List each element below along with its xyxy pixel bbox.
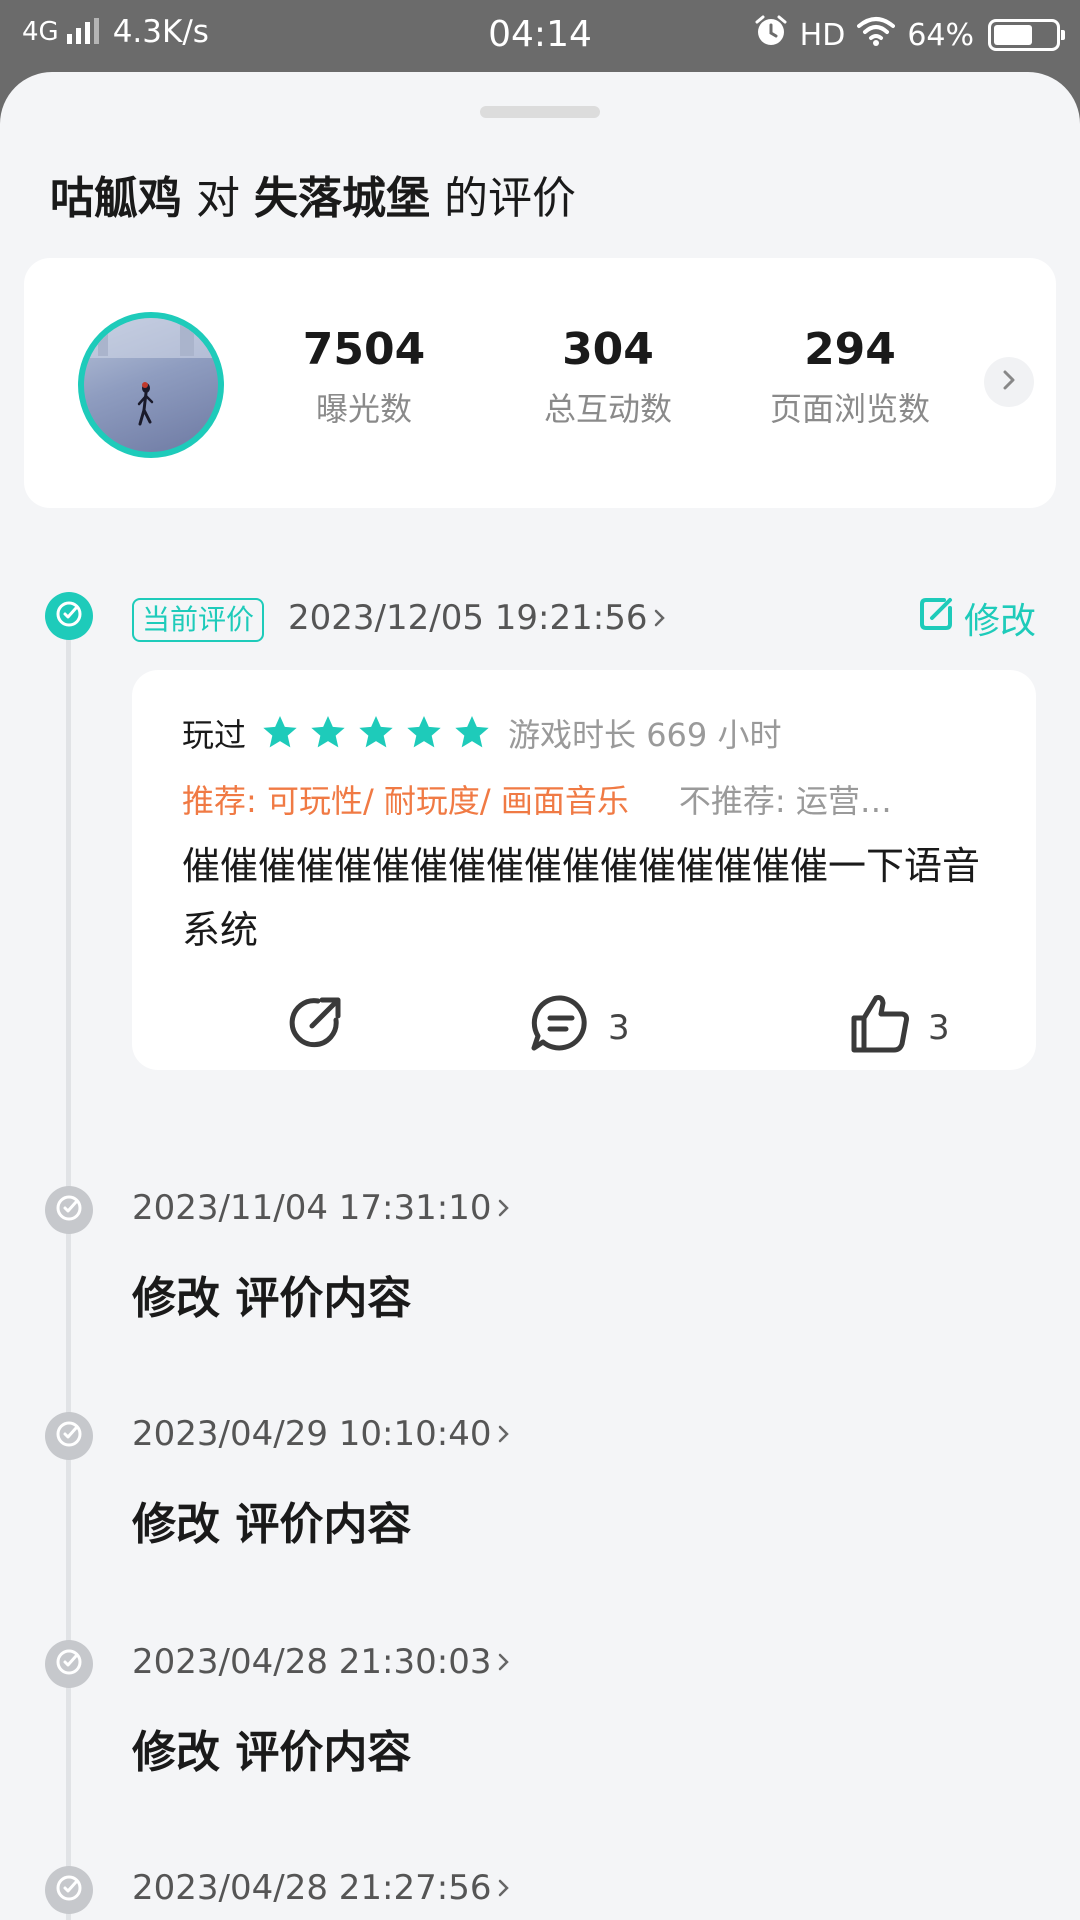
chevron-right-icon: [497, 1868, 511, 1908]
date-text: 2023/12/05 19:21:56: [288, 598, 648, 638]
timeline-dot: [45, 1412, 93, 1460]
history-date[interactable]: 2023/04/28 21:30:03: [132, 1642, 511, 1682]
comment-button[interactable]: 3: [528, 990, 630, 1065]
hd-indicator: HD: [799, 17, 846, 53]
date-text: 2023/04/28 21:30:03: [132, 1642, 492, 1682]
timeline-dot: [45, 1640, 93, 1688]
review-tags: 推荐: 可玩性/ 耐玩度/ 画面音乐 不推荐: 运营…: [182, 776, 1002, 822]
current-review-date[interactable]: 2023/12/05 19:21:56: [288, 598, 667, 638]
not-recommend-tags: 不推荐: 运营…: [678, 782, 892, 820]
page-title: 咕觚鸡 对 失落城堡 的评价: [50, 162, 576, 226]
share-button[interactable]: [282, 990, 348, 1065]
check-edit-icon: [54, 599, 84, 633]
chevron-right-icon: [999, 368, 1019, 396]
stat-value: 304: [562, 324, 654, 375]
history-date[interactable]: 2023/11/04 17:31:10: [132, 1188, 511, 1228]
chevron-right-icon: [497, 1188, 511, 1228]
chevron-right-icon: [497, 1642, 511, 1682]
stat-label: 曝光数: [315, 390, 412, 428]
history-title: 修改 评价内容: [132, 1499, 412, 1550]
recommend-tags: 推荐: 可玩性/ 耐玩度/ 画面音乐: [182, 782, 629, 820]
wifi-icon: [857, 16, 896, 54]
review-text: 催催催催催催催催催催催催催催催催催一下语音系统: [182, 844, 981, 952]
edit-icon: [916, 594, 956, 643]
edit-review-button[interactable]: 修改: [916, 592, 1036, 644]
check-edit-icon: [54, 1647, 84, 1681]
title-connector: 对: [196, 173, 240, 224]
sheet-drag-handle[interactable]: [480, 106, 600, 118]
review-meta: 玩过 游戏时长 669 小时: [182, 710, 781, 756]
history-title: 修改 评价内容: [132, 1727, 412, 1778]
star-icon: [455, 716, 489, 748]
history-date[interactable]: 2023/04/28 21:27:56: [132, 1868, 511, 1908]
avatar[interactable]: [78, 312, 224, 458]
comment-icon: [528, 990, 594, 1065]
history-title: 修改 评价内容: [132, 1273, 412, 1324]
battery-percent: 64%: [907, 17, 974, 53]
review-history-sheet: 咕觚鸡 对 失落城堡 的评价 7504 曝光数 304 总互动数 294 页面浏…: [0, 72, 1080, 1920]
stats-detail-button[interactable]: [984, 357, 1034, 407]
status-bar: 4G 4.3K/s 04:14 HD 64%: [0, 0, 1080, 72]
playtime: 游戏时长 669 小时: [508, 716, 782, 754]
star-icon: [311, 716, 345, 748]
timeline-dot-current: [45, 592, 93, 640]
timeline-line: [66, 632, 71, 1920]
edit-label: 修改: [963, 601, 1036, 642]
share-icon: [282, 990, 348, 1065]
chevron-right-icon: [653, 598, 667, 638]
date-text: 2023/11/04 17:31:10: [132, 1188, 492, 1228]
timeline-dot: [45, 1866, 93, 1914]
thumbs-up-icon: [848, 990, 914, 1065]
chevron-right-icon: [497, 1414, 511, 1454]
star-icon: [407, 716, 441, 748]
like-count: 3: [928, 1007, 950, 1048]
star-icon: [263, 716, 297, 748]
check-edit-icon: [54, 1419, 84, 1453]
stat-interactions: 304 总互动数: [498, 324, 718, 430]
stat-value: 7504: [302, 324, 426, 375]
current-review-badge: 当前评价: [132, 598, 265, 642]
stat-page-views: 294 页面浏览数: [740, 324, 960, 430]
title-game: 失落城堡: [254, 173, 430, 224]
stats-card[interactable]: 7504 曝光数 304 总互动数 294 页面浏览数: [24, 258, 1056, 508]
played-label: 玩过: [182, 716, 247, 754]
check-edit-icon: [54, 1873, 84, 1907]
stat-label: 页面浏览数: [769, 390, 930, 428]
date-text: 2023/04/29 10:10:40: [132, 1414, 492, 1454]
current-review-card[interactable]: 玩过 游戏时长 669 小时 推荐: 可玩性/ 耐玩度/ 画面音乐 不推荐: 运…: [132, 670, 1036, 1070]
battery-icon: [988, 19, 1065, 51]
timeline-dot: [45, 1186, 93, 1234]
battery-level: [994, 25, 1033, 45]
star-icon: [359, 716, 393, 748]
comment-count: 3: [608, 1007, 630, 1048]
status-right: HD 64%: [754, 14, 1065, 56]
check-edit-icon: [54, 1193, 84, 1227]
date-text: 2023/04/28 21:27:56: [132, 1868, 492, 1908]
stat-exposure: 7504 曝光数: [254, 324, 474, 430]
title-user: 咕觚鸡: [50, 173, 182, 224]
title-suffix: 的评价: [444, 173, 576, 224]
stat-value: 294: [804, 324, 896, 375]
stat-label: 总互动数: [543, 390, 672, 428]
alarm-icon: [754, 14, 788, 56]
like-button[interactable]: 3: [848, 990, 950, 1065]
star-rating: [260, 713, 492, 753]
history-date[interactable]: 2023/04/29 10:10:40: [132, 1414, 511, 1454]
